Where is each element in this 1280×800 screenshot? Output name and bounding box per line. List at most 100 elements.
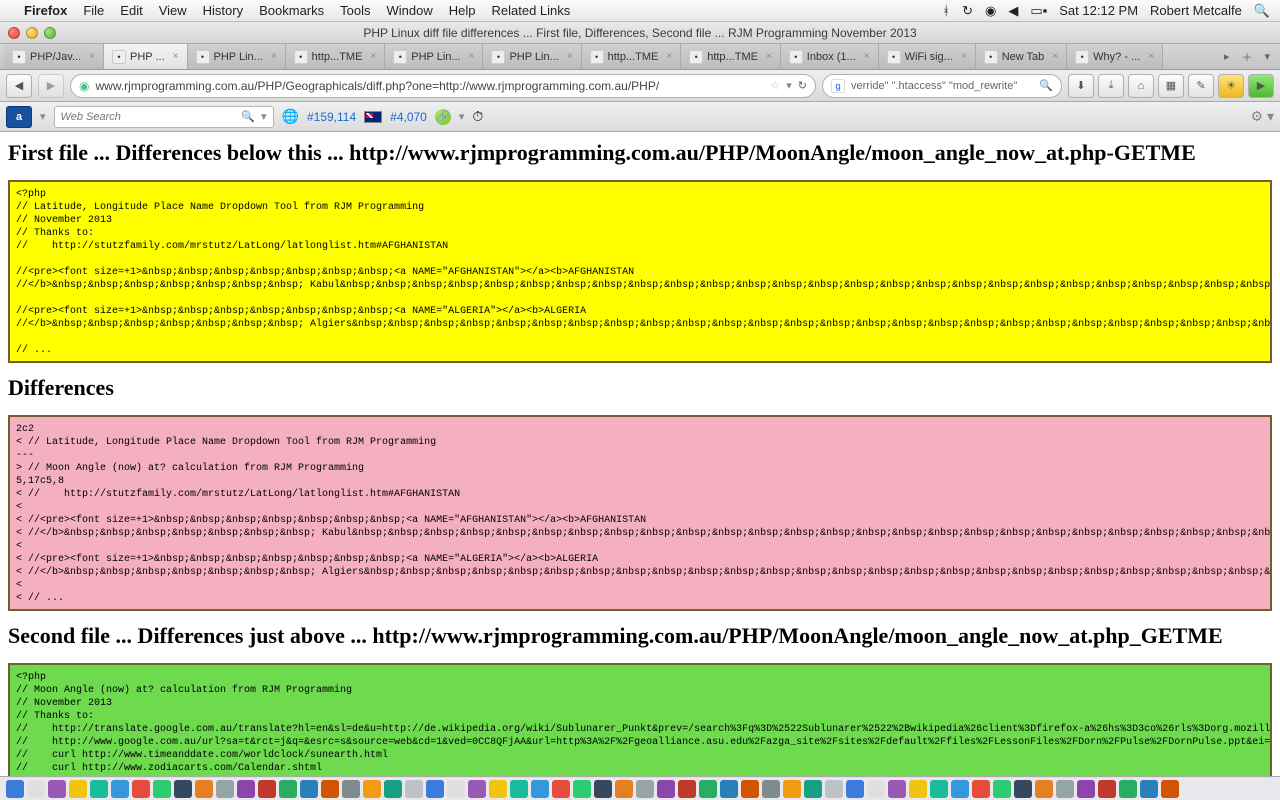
dock-app-24[interactable] [510,780,528,798]
dock-app-43[interactable] [909,780,927,798]
dock-app-26[interactable] [552,780,570,798]
toolbar-btn-1[interactable]: ⬇ [1068,74,1094,98]
dock-app-20[interactable] [426,780,444,798]
window-zoom-button[interactable] [44,27,56,39]
tab-0[interactable]: •PHP/Jav...× [4,44,104,69]
reload-icon[interactable]: ↻ [798,79,807,92]
gear-icon[interactable]: ⚙ ▾ [1251,108,1274,125]
volume-icon[interactable]: ◀ [1008,3,1018,19]
tab-close-icon[interactable]: × [961,51,967,62]
clock[interactable]: Sat 12:12 PM [1059,3,1138,18]
battery-icon[interactable]: ▭▪ [1030,3,1047,19]
dock-app-55[interactable] [1161,780,1179,798]
bookmark-star-icon[interactable]: ☆ [770,79,780,92]
dock-app-6[interactable] [132,780,150,798]
dock-app-44[interactable] [930,780,948,798]
dock-app-53[interactable] [1119,780,1137,798]
dock-app-52[interactable] [1098,780,1116,798]
dock-app-0[interactable] [6,780,24,798]
tab-close-icon[interactable]: × [567,51,573,62]
bluetooth-icon[interactable]: ᚼ [942,3,950,18]
dock-app-22[interactable] [468,780,486,798]
dock-app-17[interactable] [363,780,381,798]
dock-app-16[interactable] [342,780,360,798]
dock-app-9[interactable] [195,780,213,798]
dock-app-21[interactable] [447,780,465,798]
menu-history[interactable]: History [203,3,243,18]
dock-app-39[interactable] [825,780,843,798]
tab-list-button[interactable]: ▾ [1258,50,1276,63]
tab-3[interactable]: •http...TME× [286,44,386,69]
links-icon[interactable]: 🔗 [435,109,451,125]
dock-app-50[interactable] [1056,780,1074,798]
user-name[interactable]: Robert Metcalfe [1150,3,1242,18]
dock-app-8[interactable] [174,780,192,798]
dock-app-23[interactable] [489,780,507,798]
tab-close-icon[interactable]: × [1148,51,1154,62]
dock-app-36[interactable] [762,780,780,798]
toolbar-btn-7[interactable]: ▶ [1248,74,1274,98]
back-button[interactable]: ◀ [6,74,32,98]
dock-app-48[interactable] [1014,780,1032,798]
alexa-search-input[interactable] [61,111,236,123]
dock-app-32[interactable] [678,780,696,798]
dock-app-46[interactable] [972,780,990,798]
forward-button[interactable]: ▶ [38,74,64,98]
toolbar-btn-5[interactable]: ✎ [1188,74,1214,98]
spotlight-icon[interactable]: 🔍 [1254,3,1270,19]
dock-app-11[interactable] [237,780,255,798]
wifi-icon[interactable]: ◉ [985,3,996,19]
dock-app-49[interactable] [1035,780,1053,798]
tab-close-icon[interactable]: × [370,51,376,62]
search-bar[interactable]: g verride" ".htaccess" "mod_rewrite" 🔍 [822,74,1062,98]
tab-2[interactable]: •PHP Lin...× [188,44,286,69]
dock-app-2[interactable] [48,780,66,798]
dock-app-54[interactable] [1140,780,1158,798]
window-minimize-button[interactable] [26,27,38,39]
dock-app-47[interactable] [993,780,1011,798]
home-button[interactable]: ⌂ [1128,74,1154,98]
dock-app-18[interactable] [384,780,402,798]
dock-app-3[interactable] [69,780,87,798]
tab-close-icon[interactable]: × [173,51,179,62]
tab-5[interactable]: •PHP Lin...× [483,44,581,69]
dock-app-33[interactable] [699,780,717,798]
window-close-button[interactable] [8,27,20,39]
dock-app-13[interactable] [279,780,297,798]
dock-app-4[interactable] [90,780,108,798]
dropdown-icon[interactable]: ▾ [786,79,792,92]
dock-app-42[interactable] [888,780,906,798]
dock[interactable] [0,776,1280,800]
new-tab-button[interactable]: ＋ [1235,49,1258,65]
search-icon[interactable]: 🔍 [241,110,255,123]
tab-close-icon[interactable]: × [89,51,95,62]
toolbar-btn-2[interactable]: ⤓ [1098,74,1124,98]
menu-tools[interactable]: Tools [340,3,370,18]
tab-close-icon[interactable]: × [864,51,870,62]
dock-app-51[interactable] [1077,780,1095,798]
dock-app-28[interactable] [594,780,612,798]
dock-app-35[interactable] [741,780,759,798]
toolbar-btn-4[interactable]: ▦ [1158,74,1184,98]
tab-scroll-right[interactable]: ▸ [1218,50,1236,63]
dock-app-31[interactable] [657,780,675,798]
dock-app-5[interactable] [111,780,129,798]
alexa-button[interactable]: a [6,106,32,128]
menu-window[interactable]: Window [387,3,433,18]
tab-close-icon[interactable]: × [666,51,672,62]
menu-help[interactable]: Help [449,3,476,18]
dock-app-12[interactable] [258,780,276,798]
dock-app-34[interactable] [720,780,738,798]
tab-close-icon[interactable]: × [1052,51,1058,62]
dock-app-37[interactable] [783,780,801,798]
menu-file[interactable]: File [83,3,104,18]
dock-app-10[interactable] [216,780,234,798]
dock-app-27[interactable] [573,780,591,798]
tab-7[interactable]: •http...TME× [681,44,781,69]
menu-view[interactable]: View [159,3,187,18]
menu-related-links[interactable]: Related Links [492,3,571,18]
dock-app-41[interactable] [867,780,885,798]
dock-app-45[interactable] [951,780,969,798]
toolbar-btn-6[interactable]: ☀ [1218,74,1244,98]
tab-close-icon[interactable]: × [271,51,277,62]
